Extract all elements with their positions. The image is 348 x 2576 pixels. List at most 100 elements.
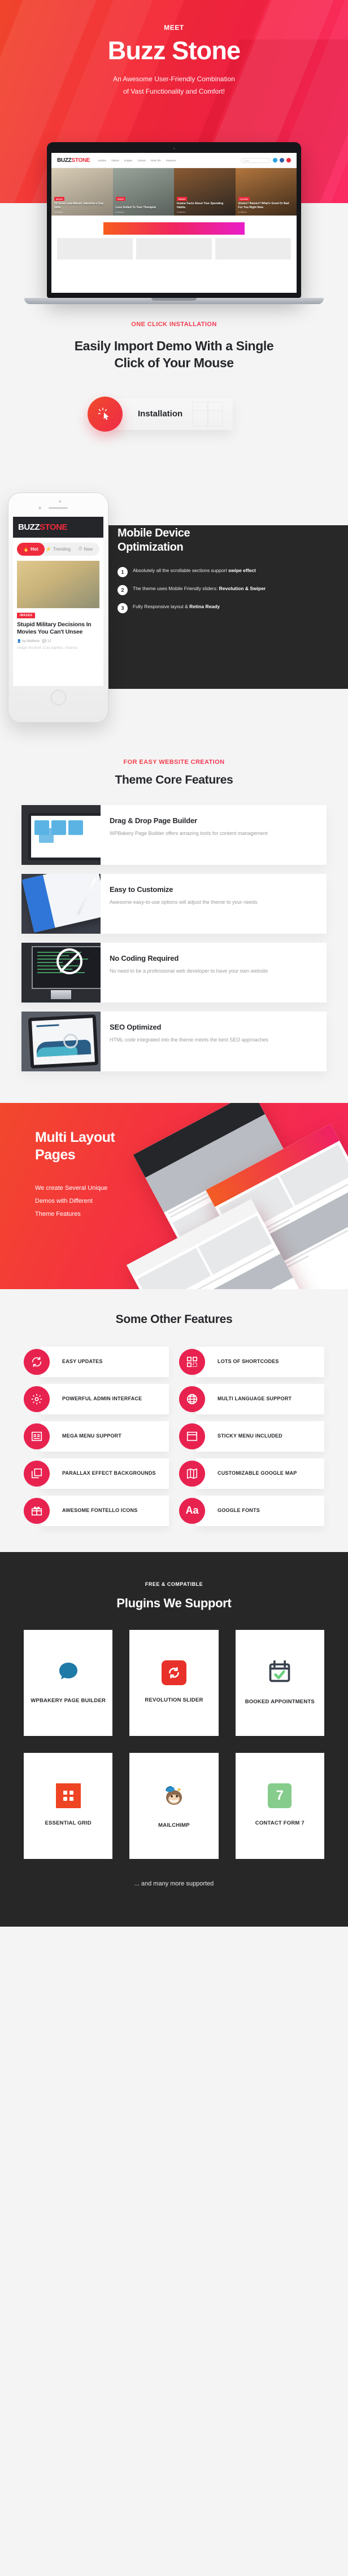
mock-card-meta: by Matthew [54, 211, 63, 213]
mobile-title-line1: Mobile Device [118, 526, 190, 539]
twitter-icon [273, 158, 277, 162]
mock-nav-item: Real Life [150, 159, 161, 162]
other-feature-label: PARALLAX EFFECT BACKGROUNDS [62, 1470, 156, 1476]
list-item-number: 3 [118, 603, 128, 613]
other-feature-label: STICKY MENU INCLUDED [218, 1433, 282, 1439]
tab-hot[interactable]: 🔥 Hot [17, 542, 45, 556]
list-item-text-bold: Retina Ready [189, 603, 220, 609]
phone-article-excerpt: Integer tincidunt. Cras dapibus. Vivamus [17, 647, 78, 650]
tab-trending-label: Trending [53, 546, 71, 552]
mailchimp-monkey-logo-icon [160, 1782, 188, 1810]
phone-logo-part2: STONE [40, 522, 67, 532]
hero-eyebrow: MEET [164, 24, 184, 32]
other-feature-item: MEGA MENU SUPPORT [24, 1421, 169, 1452]
feature-heading: Easy to Customize [110, 885, 173, 894]
list-item-text: Absolutely all the scrollable sections s… [133, 567, 229, 573]
mock-nav-item: Culture [137, 159, 146, 162]
phone-article-photo [17, 560, 99, 608]
plugins-grid: WPBAKERY PAGE BUILDER REVOLUTION SLIDER [0, 1611, 348, 1859]
plugin-card[interactable]: BOOKED APPOINTMENTS [235, 1629, 324, 1736]
feature-card: No Coding Required No need to be a profe… [21, 942, 327, 1003]
multi-layout-text: We create Several Unique Demos with Diff… [35, 1182, 169, 1221]
multi-text-line2: Demos with Different [35, 1198, 93, 1205]
phone-screen: BUZZSTONE 🔥 Hot ⚡ Trending ⏱ New IMAGES … [13, 516, 103, 686]
laptop-dragdrop-mock-image [21, 805, 101, 865]
mock-card-title: 20 Great Last-Minute Valentine's Day Gif… [54, 202, 104, 209]
tab-trending[interactable]: ⚡ Trending [45, 543, 72, 556]
phone-site-logo: BUZZSTONE [18, 522, 98, 532]
phone-article-meta: 👤 by Matthew 💬 12 [17, 639, 99, 643]
plugin-card[interactable]: WPBAKERY PAGE BUILDER [24, 1629, 113, 1736]
multi-text-line1: We create Several Unique [35, 1185, 108, 1192]
other-features-grid: EASY UPDATES LOTS OF SHORTCODES POWERFUL… [0, 1326, 348, 1526]
other-features-section: Some Other Features EASY UPDATES LOTS OF… [0, 1289, 348, 1552]
installation-title: Easily Import Demo With a Single Click o… [0, 337, 348, 372]
multi-title-line1: Multi Layout [35, 1129, 115, 1145]
mock-logo-part1: BUZZ [57, 157, 72, 164]
phone-mockup: BUZZSTONE 🔥 Hot ⚡ Trending ⏱ New IMAGES … [8, 492, 108, 723]
other-feature-item: EASY UPDATES [24, 1346, 169, 1377]
laptop-camera-icon [173, 148, 175, 150]
mock-card-badge: IMAGES [54, 197, 64, 201]
installation-eyebrow: ONE CLICK INSTALLATION [0, 321, 348, 328]
plugin-card[interactable]: REVOLUTION SLIDER [129, 1629, 219, 1736]
plugins-section: FREE & COMPATIBLE Plugins We Support WPB… [0, 1551, 348, 1927]
plugin-card[interactable]: ESSENTIAL GRID [24, 1752, 113, 1859]
mock-nav-item: Articles [98, 159, 107, 162]
mock-nav-item: Videos [111, 159, 119, 162]
globe-icon [179, 1386, 205, 1412]
mock-grid-card [136, 238, 212, 260]
multi-layout-section: Multi Layout Pages We create Several Uni… [0, 1102, 348, 1289]
other-feature-label: EASY UPDATES [62, 1359, 103, 1365]
layers-icon [24, 1460, 50, 1487]
mobile-title-line2: Optimization [118, 540, 184, 553]
mock-card-title: Love Dolled To Your Therapist [115, 205, 156, 209]
plugin-card[interactable]: MAILCHIMP [129, 1752, 219, 1859]
other-feature-item: Aa GOOGLE FONTS [179, 1495, 324, 1526]
multi-title-line2: Pages [35, 1146, 76, 1163]
plugin-name: ESSENTIAL GRID [45, 1820, 92, 1827]
hero-subtitle-line2: of Vast Functionality and Comfort! [123, 87, 225, 96]
mock-grid-card [215, 238, 291, 260]
other-feature-item: MULTI LANGUAGE SUPPORT [179, 1383, 324, 1414]
mobile-optimization-title: Mobile Device Optimization [118, 526, 338, 555]
package-box-icon [192, 401, 223, 427]
mock-card-badge: VIDEOS [115, 197, 125, 201]
mock-card-title: Gluten? Ramen? What's Good Or Bad For Yo… [238, 202, 289, 209]
plugin-card[interactable]: 7 CONTACT FORM 7 [235, 1752, 324, 1859]
list-item-text-bold: swipe effect [228, 567, 256, 573]
mock-nav-item: Features [166, 159, 176, 162]
laptop-screen: BUZZSTONE Articles Videos Images Culture… [51, 153, 297, 293]
cursor-click-icon[interactable] [88, 396, 123, 432]
plugins-footer-note: ... and many more supported [134, 1880, 214, 1887]
calendar-check-logo-icon [267, 1659, 292, 1687]
gift-icon [24, 1497, 50, 1524]
phone-speaker-icon [38, 500, 68, 509]
feature-card: Drag & Drop Page Builder WPBakery Page B… [21, 805, 327, 865]
other-feature-label: GOOGLE FONTS [218, 1507, 260, 1514]
tab-hot-label: Hot [31, 546, 38, 552]
other-feature-label: AWESOME FONTELLO ICONS [62, 1507, 138, 1514]
phone-article-comments: 12 [47, 640, 51, 643]
other-features-title: Some Other Features [115, 1312, 233, 1326]
feature-card: Easy to Customize Awesome easy-to-use op… [21, 873, 327, 934]
other-feature-label: MULTI LANGUAGE SUPPORT [218, 1396, 292, 1402]
other-feature-label: POWERFUL ADMIN INTERFACE [62, 1396, 142, 1402]
installation-button[interactable]: Installation [111, 398, 233, 430]
imac-nocode-mock-image [21, 942, 101, 1003]
hero-subtitle-line1: An Awesome User-Friendly Combination [113, 75, 235, 83]
phone-article-author: by Matthew [22, 640, 40, 643]
mock-hero-card: CULTURE Gluten? Ramen? What's Good Or Ba… [235, 168, 297, 216]
installation-title-line2: Click of Your Mouse [114, 355, 234, 371]
hero-subtitle: An Awesome User-Friendly Combination of … [0, 73, 348, 98]
feature-text: No need to be a professional web develop… [110, 968, 268, 974]
phone-home-button[interactable] [50, 689, 66, 705]
page-title: Buzz Stone [107, 36, 241, 65]
mock-hero-card: VIDEOS Love Dolled To Your Therapist by … [112, 168, 174, 216]
mobile-optimization-content: Mobile Device Optimization 1 Absolutely … [108, 493, 348, 723]
phone-site-header: BUZZSTONE [13, 516, 103, 538]
flame-icon: 🔥 [23, 546, 29, 552]
plugin-name: BOOKED APPOINTMENTS [245, 1698, 315, 1705]
tab-new[interactable]: ⏱ New [72, 543, 99, 556]
tablet-seo-chart-mock-image [21, 1011, 101, 1071]
